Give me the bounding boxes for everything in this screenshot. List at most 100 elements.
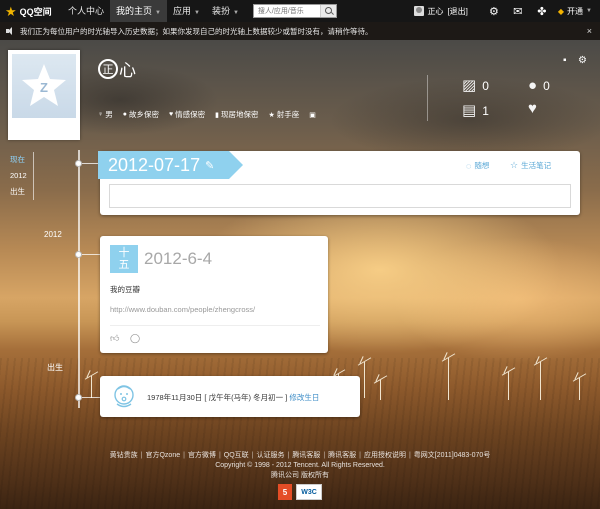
footer-link[interactable]: 官方Qzone	[145, 451, 180, 461]
logout-link[interactable]: [退出]	[447, 6, 467, 17]
notice-bar: 我们正为每位用户的时光轴导入历史数据；如果你发现自己的时光轴上数据较少或暂时没有…	[0, 22, 600, 40]
nav-decorate[interactable]: 装扮 ▼	[206, 0, 245, 22]
footer-link[interactable]: 粤网文[2011]0483-070号	[414, 451, 491, 461]
year-label-birth: 出生	[47, 363, 63, 372]
journal-count: 1	[482, 103, 489, 118]
tag-zodiac: ★ 射手座	[269, 109, 300, 120]
comment-icon[interactable]: ◯	[130, 333, 140, 344]
timeline-dot	[75, 251, 82, 258]
card-icon: ▣	[309, 111, 316, 119]
stat-comments[interactable]: ● 0	[528, 78, 550, 93]
html5-badge-icon: 5	[278, 484, 292, 500]
tag-residence: ▮ 现居地保密	[215, 109, 258, 120]
footer-link[interactable]: 腾讯客服	[328, 451, 356, 461]
post-card: 十 五 2012-6-4 我的豆瓣 http://www.douban.com/…	[100, 236, 328, 353]
open-vip-button[interactable]: ◆ 开通 ▼	[554, 6, 600, 17]
top-navbar: ★ QQ空间 个人中心 我的主页▼ 应用▼ 装扮▼ 正心 [退出] ⚙ ✉ ✤ …	[0, 0, 600, 22]
windmill	[380, 380, 381, 400]
timeline-line	[78, 150, 80, 408]
footer-link[interactable]: 应用授权说明	[364, 451, 406, 461]
footer-link[interactable]: 认证服务	[256, 451, 284, 461]
stat-photos[interactable]: ▨ 0	[462, 78, 489, 93]
profile-avatar-card[interactable]: Z	[8, 50, 80, 140]
stat-journals[interactable]: ▤ 1	[462, 103, 489, 118]
notebook-icon: ▤	[462, 102, 477, 119]
post-date: 2012-6-4	[144, 249, 213, 268]
post-divider	[110, 325, 320, 326]
footer-link[interactable]: 腾讯客服	[292, 451, 320, 461]
qzone-logo[interactable]: ★ QQ空间	[0, 0, 62, 22]
copyright: Copyright © 1998 - 2012 Tencent. All Rig…	[215, 462, 385, 469]
star-logo-icon: ★	[5, 3, 17, 19]
chevron-down-icon: ▼	[155, 10, 161, 16]
search-icon[interactable]	[319, 5, 336, 17]
notice-text: 我们正为每位用户的时光轴导入历史数据；如果你发现自己的时光轴上数据较少或暂时没有…	[20, 26, 373, 36]
nav-apps[interactable]: 应用 ▼	[167, 0, 206, 22]
user-name-link[interactable]: 正心	[427, 6, 443, 17]
gear-icon[interactable]: ⚙	[578, 55, 587, 66]
birth-info: 1978年11月30日 [ 戊午年(马年) 冬月初一 ] 修改生日	[147, 392, 319, 403]
calendar-bottom: 五	[118, 259, 130, 271]
footer: 黄钻贵族 | 官方Qzone | 官方微博 | QQ互联 | 认证服务 | 腾讯客服 | 腾…	[0, 451, 600, 481]
photo-icon: ▨	[462, 77, 477, 94]
nav-personal-center[interactable]: 个人中心	[62, 0, 110, 22]
windmill	[508, 372, 509, 400]
chevron-down-icon: ▼	[586, 8, 592, 14]
post-link[interactable]: http://www.douban.com/people/zhengcross/	[110, 305, 255, 314]
footer-links: 黄钻贵族 | 官方Qzone | 官方微博 | QQ互联 | 认证服务 | 腾讯客服 | 腾…	[109, 451, 491, 461]
photo-count: 0	[482, 78, 489, 93]
nav-my-homepage[interactable]: 我的主页 ▼	[110, 0, 167, 22]
avatar: Z	[12, 54, 76, 118]
gender-icon: ♀	[98, 111, 104, 118]
post-title[interactable]: 我的豆瓣	[110, 284, 140, 295]
comment-count: 0	[543, 78, 550, 93]
settings-gear-icon[interactable]: ⚙	[482, 0, 506, 22]
year-nav-2012[interactable]: 2012	[10, 168, 27, 184]
current-date: 2012-07-17	[108, 154, 201, 175]
timeline-connector	[82, 254, 100, 255]
footer-badges: 5 W3C	[278, 484, 322, 500]
message-icon[interactable]: ▪	[563, 55, 567, 66]
search-box	[252, 4, 337, 18]
footer-link[interactable]: 黄钻贵族	[110, 451, 138, 461]
windmill	[540, 362, 541, 400]
user-avatar-small[interactable]	[414, 6, 425, 16]
tag-label: 情感保密	[175, 110, 206, 119]
windmill	[448, 358, 449, 400]
logo-text: QQ空间	[19, 6, 52, 17]
quick-mood-button[interactable]: ◌ 随想	[466, 160, 489, 171]
tag-relationship: ♥ 情感保密	[169, 109, 205, 120]
tag-card[interactable]: ▣	[309, 109, 318, 120]
windmill	[579, 378, 580, 400]
clover-icon[interactable]: ✤	[530, 0, 554, 22]
year-nav-birth[interactable]: 出生	[10, 184, 27, 200]
heart-icon: ♥	[528, 100, 537, 117]
profile-divider	[427, 75, 428, 121]
heart-icon: ♥	[168, 111, 174, 118]
building-icon: ▮	[215, 111, 219, 119]
note-label: 生活笔记	[521, 161, 552, 170]
pencil-icon[interactable]: ✎	[205, 159, 214, 172]
close-icon[interactable]: ×	[587, 26, 592, 36]
diamond-icon: ◆	[557, 6, 565, 16]
mail-icon[interactable]: ✉	[506, 0, 530, 22]
edit-birthday-link[interactable]: 修改生日	[289, 393, 319, 402]
speech-bubble-icon: ●	[528, 77, 538, 94]
windmill	[364, 362, 365, 398]
location-icon: ●	[122, 111, 127, 118]
quick-note-button[interactable]: ☆ 生活笔记	[510, 160, 551, 171]
svg-text:Z: Z	[40, 80, 48, 95]
thumbs-up-icon[interactable]: 👍︎	[110, 333, 119, 344]
compose-input[interactable]	[109, 184, 571, 208]
stat-likes[interactable]: ♥	[528, 101, 543, 116]
star-outline-icon: ☆	[510, 160, 519, 170]
search-input[interactable]	[253, 5, 320, 17]
nav-apps-label: 应用	[172, 6, 191, 16]
calendar-icon: 十 五	[110, 245, 138, 273]
year-nav-now[interactable]: 现在	[10, 152, 27, 168]
year-label-2012: 2012	[44, 230, 62, 239]
footer-link[interactable]: QQ互联	[224, 451, 249, 461]
footer-link[interactable]: 官方微博	[188, 451, 216, 461]
calendar-top: 十	[118, 247, 130, 259]
chat-bubble-icon: ◌	[466, 160, 472, 171]
